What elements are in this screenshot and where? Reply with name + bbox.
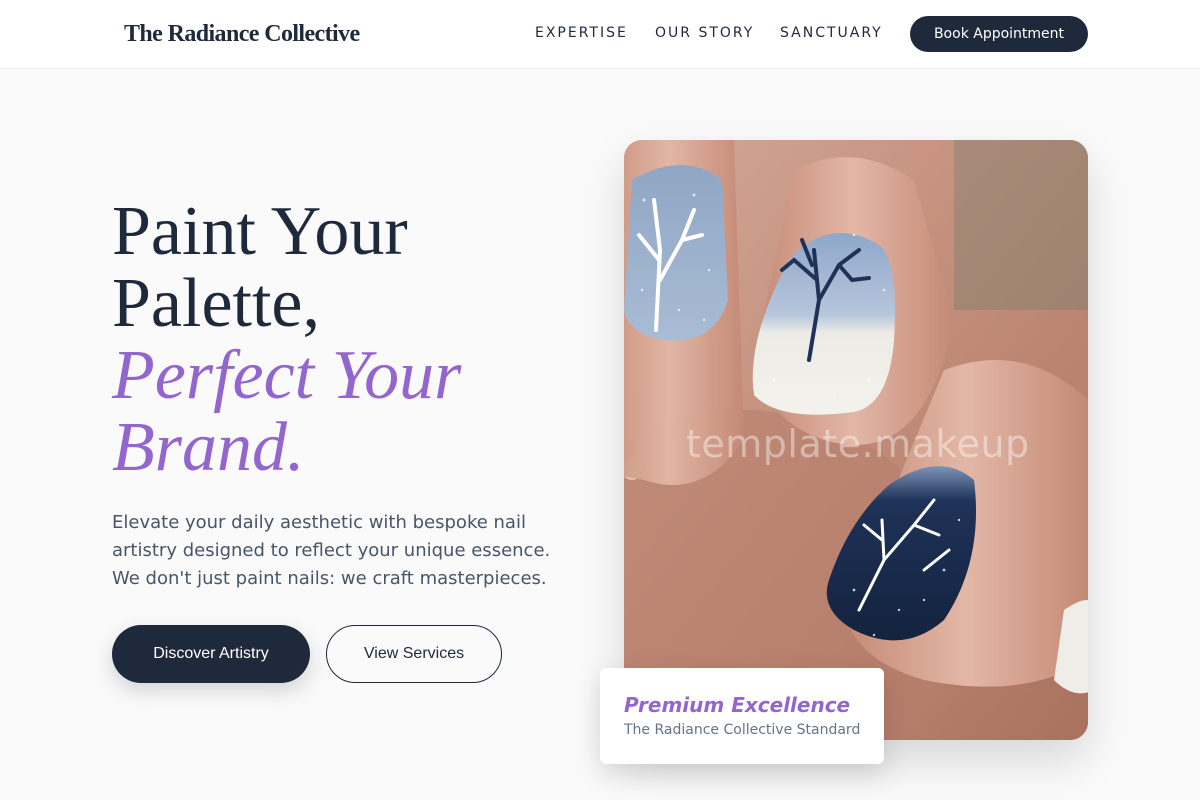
image-watermark: template.makeup: [686, 422, 1030, 466]
hero-headline-line-1: Paint Your: [112, 193, 408, 270]
nav-link-expertise[interactable]: EXPERTISE: [535, 24, 628, 42]
hero-description-line-2: artistry designed to reflect your unique…: [112, 540, 551, 561]
book-appointment-button[interactable]: Book Appointment: [910, 16, 1088, 52]
hero-nail-art-image: template.makeup: [624, 140, 1088, 740]
hero-description-line-1: Elevate your daily aesthetic with bespok…: [112, 512, 526, 533]
discover-artistry-button[interactable]: Discover Artistry: [112, 625, 310, 683]
badge-card-title: Premium Excellence: [624, 693, 851, 717]
hero-headline: Paint Your Palette, Perfect Your Brand.: [112, 196, 592, 484]
badge-card-subtitle: The Radiance Collective Standard: [624, 722, 861, 738]
nav-link-our-story[interactable]: OUR STORY: [655, 24, 754, 42]
hero-description-line-3: We don't just paint nails: we craft mast…: [112, 568, 547, 589]
hero-headline-line-2: Palette,: [112, 265, 320, 342]
brand-logo-text[interactable]: The Radiance Collective: [124, 20, 360, 48]
view-services-button[interactable]: View Services: [326, 625, 502, 683]
premium-badge-card: Premium Excellence The Radiance Collecti…: [600, 668, 884, 764]
hero-headline-accent-line-1: Perfect Your: [112, 337, 462, 414]
hero-description: Elevate your daily aesthetic with bespok…: [112, 509, 572, 593]
nav-link-sanctuary[interactable]: SANCTUARY: [780, 24, 883, 42]
top-navbar: The Radiance Collective EXPERTISE OUR ST…: [0, 0, 1200, 69]
hero-headline-accent-line-2: Brand.: [112, 409, 305, 486]
